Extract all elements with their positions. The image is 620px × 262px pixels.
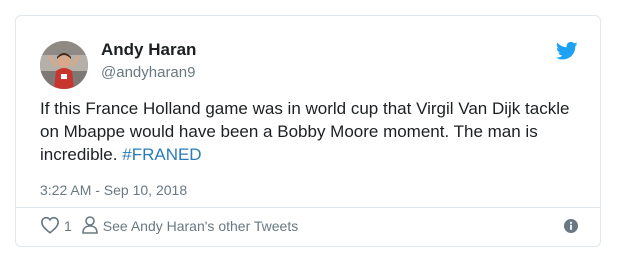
other-tweets-link[interactable]: See Andy Haran's other Tweets <box>81 215 299 237</box>
tweet-body: If this France Holland game was in world… <box>40 99 570 164</box>
author-name[interactable]: Andy Haran <box>101 40 196 60</box>
tweet-timestamp[interactable]: 3:22 AM - Sep 10, 2018 <box>40 182 187 198</box>
hashtag-link[interactable]: #FRANED <box>122 145 201 164</box>
like-count: 1 <box>64 218 72 234</box>
avatar-photo <box>40 41 88 89</box>
like-button[interactable]: 1 <box>40 216 72 237</box>
author-handle[interactable]: @andyharan9 <box>101 64 195 81</box>
twitter-bird-icon[interactable] <box>555 41 578 61</box>
divider <box>16 207 600 208</box>
heart-icon <box>40 216 60 237</box>
info-icon[interactable] <box>564 219 578 233</box>
tweet-actions: 1 See Andy Haran's other Tweets <box>40 215 298 237</box>
other-tweets-label: See Andy Haran's other Tweets <box>102 218 299 234</box>
avatar[interactable] <box>40 41 88 89</box>
person-icon <box>81 215 98 237</box>
tweet-card: Andy Haran @andyharan9 If this France Ho… <box>15 15 601 247</box>
tweet-text: If this France Holland game was in world… <box>40 97 585 166</box>
